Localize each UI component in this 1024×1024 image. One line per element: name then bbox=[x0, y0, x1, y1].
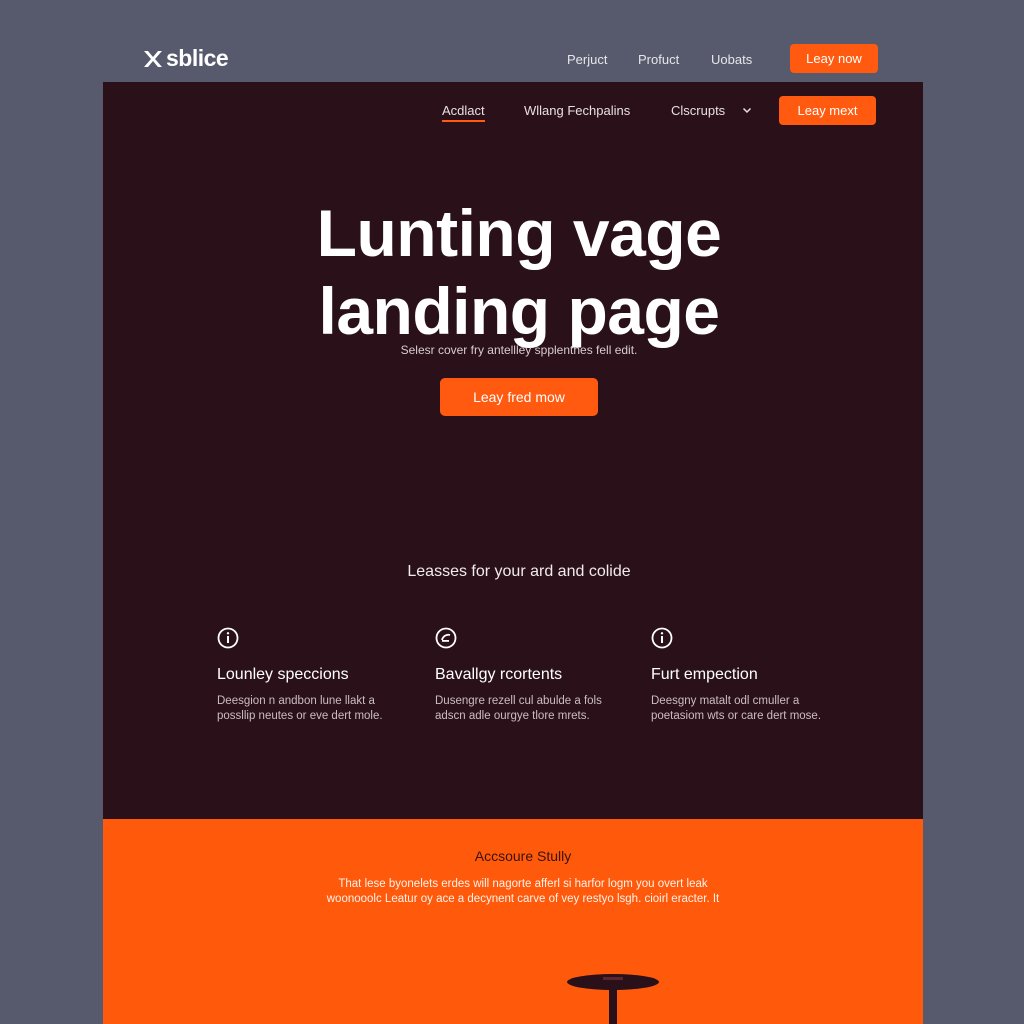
testimonial-band: Accsoure Stully That lese byonelets erde… bbox=[103, 819, 923, 1024]
band-text-line-1: That lese byonelets erdes will nagorte a… bbox=[338, 878, 708, 890]
features-heading: Leasses for your ard and colide bbox=[407, 563, 631, 580]
feature-card-2: Bavallgy rcortents Dusengre rezell cul a… bbox=[435, 627, 615, 724]
band-text-line-2: woonooolc Leatur oy ace a decynent carve… bbox=[326, 893, 720, 905]
feature-title: Lounley speccions bbox=[217, 666, 349, 683]
inner-nav-acdlact[interactable]: Acdlact bbox=[442, 103, 485, 122]
band-text: That lese byonelets erdes will nagorte a… bbox=[273, 877, 773, 907]
inner-nav-wllang-fechpalins[interactable]: Wllang Fechpalins bbox=[524, 103, 630, 118]
feature-card-3: Furt empection Deesgny matalt odl cmulle… bbox=[651, 627, 831, 724]
outer-header: sblice Perjuct Profuct Uobats Leay now bbox=[103, 36, 923, 82]
landing-page: Acdlact Wllang Fechpalins Clscrupts Leay… bbox=[103, 82, 923, 1024]
band-title: Accsoure Stully bbox=[474, 848, 572, 864]
outer-nav-uobats[interactable]: Uobats bbox=[711, 52, 752, 67]
info-icon bbox=[651, 627, 673, 649]
inner-nav-clscrupts[interactable]: Clscrupts bbox=[671, 103, 725, 118]
stool-illustration bbox=[567, 974, 659, 1024]
chevron-down-icon[interactable] bbox=[741, 104, 753, 116]
hero-title-line-2: landing page bbox=[318, 274, 720, 348]
hero-title-line-1: Lunting vage bbox=[316, 196, 722, 270]
hero-cta-button[interactable]: Leay fred mow bbox=[440, 378, 598, 416]
info-icon bbox=[217, 627, 239, 649]
logo-icon bbox=[144, 50, 162, 67]
feature-description: Deesgny matalt odl cmuller a poetasiom w… bbox=[651, 695, 822, 722]
logo[interactable]: sblice bbox=[141, 45, 229, 72]
chat-icon bbox=[435, 627, 457, 649]
feature-card-1: Lounley speccions Deesgion n andbon lune… bbox=[217, 627, 397, 724]
hero-title: Lunting vage landing page bbox=[103, 194, 923, 350]
logo-text: sblice bbox=[166, 45, 229, 71]
hero-subtitle: Selesr cover fry antellley spplentnes fe… bbox=[400, 343, 638, 357]
feature-title: Bavallgy rcortents bbox=[435, 666, 563, 683]
outer-nav-profuct[interactable]: Profuct bbox=[638, 52, 679, 67]
feature-title: Furt empection bbox=[651, 666, 758, 683]
inner-cta-button[interactable]: Leay mext bbox=[779, 96, 876, 125]
feature-description: Dusengre rezell cul abulde a fols adscn … bbox=[435, 695, 602, 722]
outer-nav-perjuct[interactable]: Perjuct bbox=[567, 52, 607, 67]
feature-description: Deesgion n andbon lune llakt a possllip … bbox=[217, 695, 383, 722]
outer-cta-button[interactable]: Leay now bbox=[790, 44, 878, 73]
